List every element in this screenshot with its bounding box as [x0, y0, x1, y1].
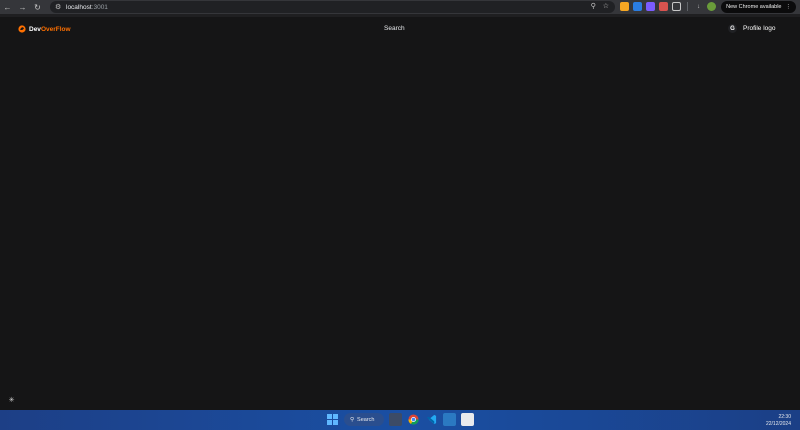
reload-icon[interactable]: ↻ — [30, 0, 45, 14]
chrome-update-button[interactable]: New Chrome available ⋮ — [721, 1, 796, 13]
site-logo[interactable]: DevOverFlow — [18, 25, 71, 33]
extension-icon[interactable] — [620, 2, 629, 11]
chrome-icon[interactable] — [407, 413, 420, 426]
taskbar-apps: ⚲ Search — [326, 413, 474, 426]
browser-toolbar: ← → ↻ ⚙ localhost :3001 ⚲ ☆ ↓ New Chrome… — [0, 0, 800, 14]
browser-avatar[interactable] — [707, 2, 716, 11]
back-icon[interactable]: ← — [0, 0, 15, 14]
extension-icon[interactable] — [633, 2, 642, 11]
app-icon[interactable] — [443, 413, 456, 426]
sun-icon[interactable]: ✳ — [7, 395, 16, 404]
global-search[interactable]: Search — [384, 25, 405, 32]
taskbar-search-label: Search — [357, 416, 375, 423]
forward-icon[interactable]: → — [15, 0, 30, 14]
app-navbar: DevOverFlow Search G Profile logo — [0, 17, 800, 43]
vscode-icon[interactable] — [425, 413, 438, 426]
url-host: localhost — [66, 3, 92, 11]
profile-area[interactable]: G Profile logo — [728, 24, 776, 33]
zoom-icon[interactable]: ⚲ — [591, 2, 596, 10]
windows-start-icon[interactable] — [326, 413, 339, 426]
app-icon[interactable] — [461, 413, 474, 426]
toolbar-divider — [687, 2, 688, 11]
logo-text-dev: Dev — [29, 25, 41, 33]
puzzle-icon[interactable] — [672, 2, 681, 11]
profile-avatar[interactable]: G — [728, 24, 737, 33]
windows-taskbar: ⚲ Search 22:30 22/12/2024 — [0, 410, 800, 430]
clock-time: 22:30 — [778, 414, 791, 420]
address-bar[interactable]: ⚙ localhost :3001 ⚲ ☆ — [50, 1, 615, 13]
clock-date: 22/12/2024 — [765, 421, 791, 427]
more-vert-icon[interactable]: ⋮ — [786, 4, 792, 10]
extension-icon[interactable] — [659, 2, 668, 11]
taskbar-search[interactable]: ⚲ Search — [344, 413, 384, 426]
bookmark-star-icon[interactable]: ☆ — [603, 2, 609, 10]
url-port: :3001 — [91, 3, 108, 11]
search-icon: ⚲ — [350, 416, 355, 423]
system-clock[interactable]: 22:30 22/12/2024 — [766, 414, 791, 428]
site-info-icon[interactable]: ⚙ — [55, 3, 66, 11]
logo-text-overflow: OverFlow — [40, 25, 71, 33]
update-label: New Chrome available — [726, 4, 782, 10]
profile-label: Profile logo — [743, 25, 776, 32]
download-icon[interactable]: ↓ — [694, 2, 703, 11]
file-explorer-icon[interactable] — [389, 413, 402, 426]
extensions-bar: ↓ — [620, 2, 716, 11]
extension-icon[interactable] — [646, 2, 655, 11]
flame-logo-icon — [18, 25, 26, 33]
